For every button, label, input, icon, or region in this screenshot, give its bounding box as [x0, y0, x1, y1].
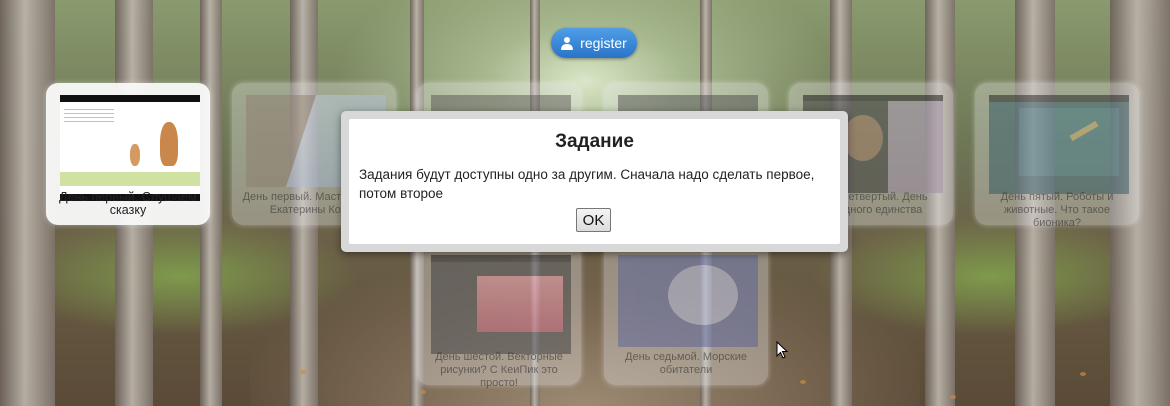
dialog-message: Задания будут доступны одно за другим. С… — [359, 167, 815, 201]
lesson-card-6[interactable]: День пятый. Роботы и животные. Что такое… — [975, 83, 1139, 229]
task-dialog: Задание Задания будут доступны одно за д… — [341, 111, 848, 252]
lesson-card-7[interactable]: День шестой. Векторные рисунки? С КеиПик… — [417, 243, 581, 389]
lesson-caption: День седьмой. Морские обитатели — [625, 351, 747, 376]
lesson-thumbnail — [989, 95, 1129, 194]
user-icon — [561, 36, 574, 50]
register-label: register — [580, 35, 627, 51]
mouse-cursor-icon — [776, 341, 788, 359]
lesson-caption: День шестой. Векторные рисунки? С КеиПик… — [435, 351, 563, 389]
lesson-thumbnail — [431, 255, 571, 354]
lesson-caption: День первый. Слушаем сказку — [59, 190, 197, 217]
lesson-caption: День пятый. Роботы и животные. Что такое… — [1000, 191, 1114, 229]
lesson-card-1[interactable]: День первый. Слушаем сказку — [46, 83, 210, 225]
ok-button[interactable]: OK — [576, 208, 611, 232]
lesson-thumbnail — [60, 95, 200, 201]
register-button[interactable]: register — [551, 28, 637, 58]
lesson-card-8[interactable]: День седьмой. Морские обитатели — [604, 243, 768, 385]
dialog-body: Задание Задания будут доступны одно за д… — [349, 119, 840, 244]
lesson-thumbnail — [618, 255, 758, 347]
dialog-title: Задание — [555, 131, 634, 152]
